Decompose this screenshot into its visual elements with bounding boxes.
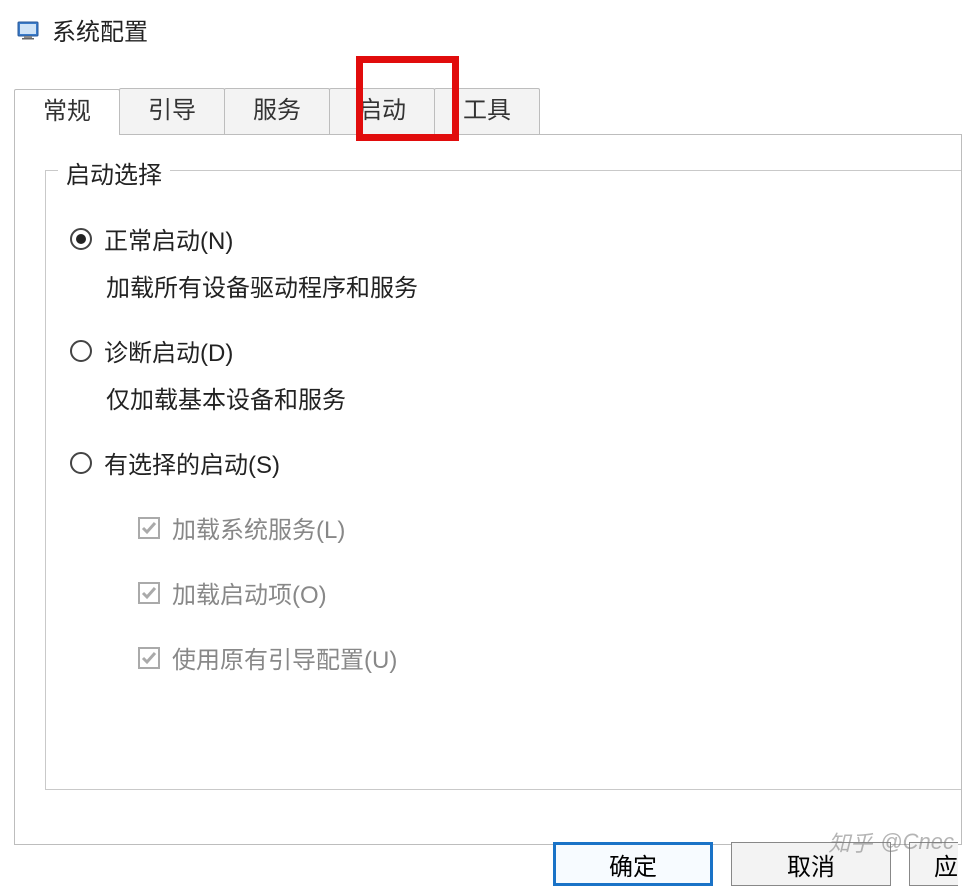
checkbox-label: 加载系统服务(L) bbox=[172, 510, 345, 545]
ok-button[interactable]: 确定 bbox=[553, 842, 713, 886]
radio-normal-desc: 加载所有设备驱动程序和服务 bbox=[106, 268, 961, 303]
radio-diagnostic-desc: 仅加载基本设备和服务 bbox=[106, 380, 961, 415]
checkbox-label: 使用原有引导配置(U) bbox=[172, 640, 397, 675]
radio-label: 有选择的启动(S) bbox=[104, 445, 280, 480]
checkbox-icon bbox=[138, 582, 160, 604]
titlebar: 系统配置 bbox=[0, 0, 962, 59]
radio-label: 诊断启动(D) bbox=[104, 333, 233, 368]
checkbox-use-original-boot: 使用原有引导配置(U) bbox=[138, 640, 961, 675]
checkbox-icon bbox=[138, 517, 160, 539]
tab-startup[interactable]: 启动 bbox=[329, 88, 435, 134]
checkbox-load-startup: 加载启动项(O) bbox=[138, 575, 961, 610]
app-icon bbox=[16, 18, 40, 42]
radio-icon[interactable] bbox=[70, 228, 92, 250]
checkbox-label: 加载启动项(O) bbox=[172, 575, 327, 610]
apply-button[interactable]: 应 bbox=[909, 842, 958, 886]
tab-tools[interactable]: 工具 bbox=[434, 88, 540, 134]
radio-icon[interactable] bbox=[70, 340, 92, 362]
checkbox-icon bbox=[138, 647, 160, 669]
radio-label: 正常启动(N) bbox=[104, 221, 233, 256]
radio-selective-startup[interactable]: 有选择的启动(S) bbox=[70, 445, 961, 480]
groupbox-startup-selection: 启动选择 正常启动(N) 加载所有设备驱动程序和服务 诊断启动(D) 仅加载基本… bbox=[45, 170, 961, 790]
tab-row: 常规 引导 服务 启动 工具 bbox=[14, 89, 962, 135]
window-title: 系统配置 bbox=[52, 12, 148, 47]
radio-diagnostic-startup[interactable]: 诊断启动(D) bbox=[70, 333, 961, 368]
tab-boot[interactable]: 引导 bbox=[119, 88, 225, 134]
tab-panel: 启动选择 正常启动(N) 加载所有设备驱动程序和服务 诊断启动(D) 仅加载基本… bbox=[14, 135, 962, 845]
checkbox-load-services: 加载系统服务(L) bbox=[138, 510, 961, 545]
tab-general[interactable]: 常规 bbox=[14, 89, 120, 135]
groupbox-title: 启动选择 bbox=[58, 155, 170, 190]
radio-normal-startup[interactable]: 正常启动(N) bbox=[70, 221, 961, 256]
button-row: 确定 取消 应 bbox=[553, 842, 962, 886]
cancel-button[interactable]: 取消 bbox=[731, 842, 891, 886]
tab-services[interactable]: 服务 bbox=[224, 88, 330, 134]
radio-icon[interactable] bbox=[70, 452, 92, 474]
